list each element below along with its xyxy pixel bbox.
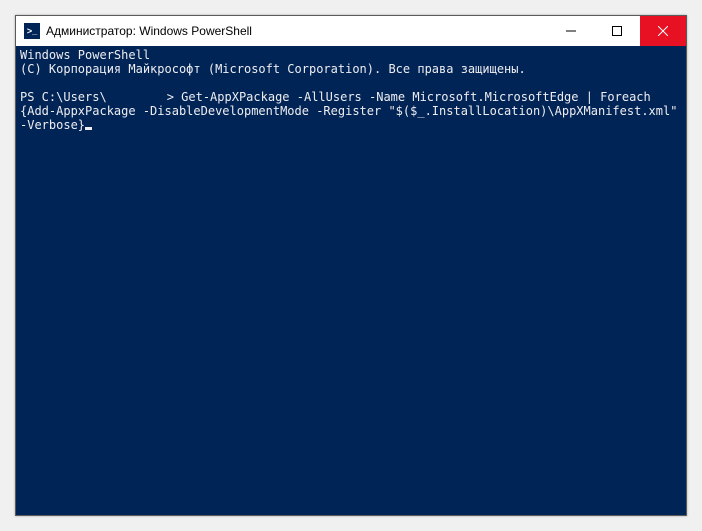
maximize-icon xyxy=(612,26,622,36)
minimize-button[interactable] xyxy=(548,16,594,46)
minimize-icon xyxy=(566,26,576,36)
prompt-suffix: > xyxy=(167,90,181,104)
titlebar[interactable]: >_ Администратор: Windows PowerShell xyxy=(16,16,686,46)
terminal-cursor xyxy=(85,127,92,130)
prompt-prefix: PS C:\Users\ xyxy=(20,90,107,104)
window-controls xyxy=(548,16,686,46)
terminal-blank-line xyxy=(20,76,682,90)
terminal-area[interactable]: Windows PowerShell (C) Корпорация Майкро… xyxy=(16,46,686,515)
window-title: Администратор: Windows PowerShell xyxy=(46,24,548,38)
powershell-window: >_ Администратор: Windows PowerShell xyxy=(15,15,687,516)
powershell-icon: >_ xyxy=(24,23,40,39)
maximize-button[interactable] xyxy=(594,16,640,46)
powershell-icon-glyph: >_ xyxy=(27,26,37,36)
terminal-header-line1: Windows PowerShell xyxy=(20,48,682,62)
redacted-username xyxy=(107,92,167,103)
close-button[interactable] xyxy=(640,16,686,46)
terminal-header-line2: (C) Корпорация Майкрософт (Microsoft Cor… xyxy=(20,62,682,76)
terminal-command-line: PS C:\Users\> Get-AppXPackage -AllUsers … xyxy=(20,90,682,132)
close-icon xyxy=(658,26,668,36)
